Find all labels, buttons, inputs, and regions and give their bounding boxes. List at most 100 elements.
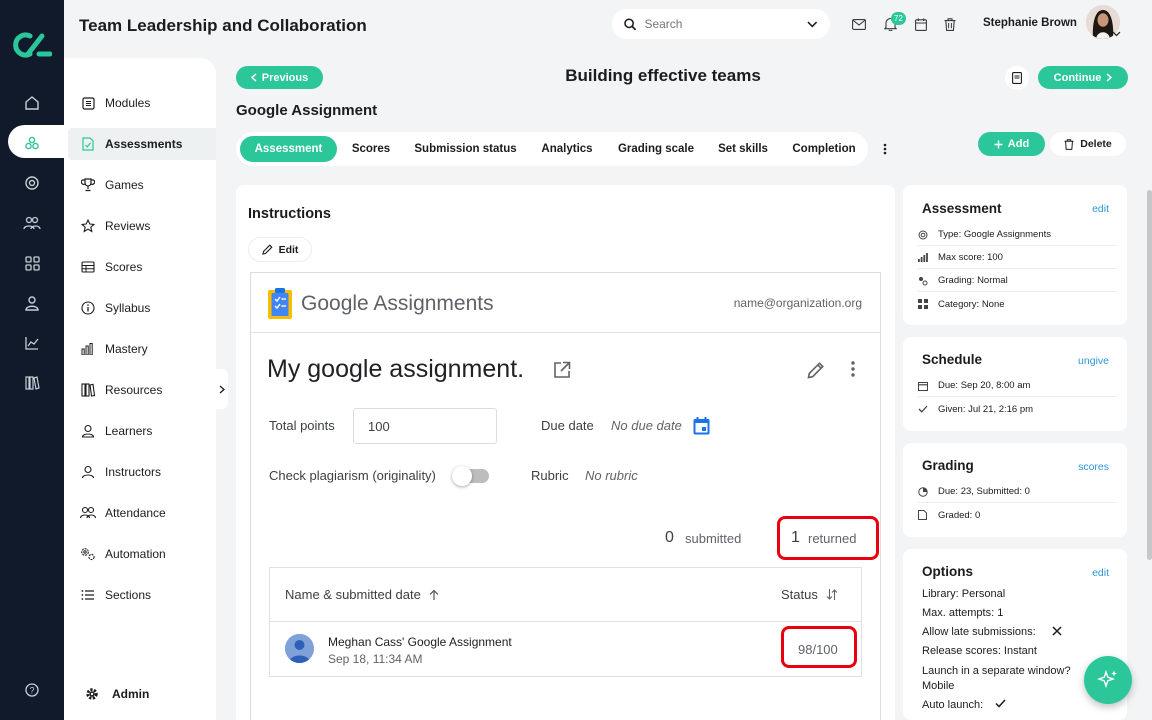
tab-set-skills[interactable]: Set skills bbox=[710, 136, 776, 162]
info-row-text: Category: None bbox=[938, 298, 1005, 310]
info-row-text: Max score: 100 bbox=[938, 252, 1003, 263]
left-rail: ? bbox=[0, 0, 72, 720]
user-name[interactable]: Stephanie Brown bbox=[983, 17, 1077, 29]
rubric-value[interactable]: No rubric bbox=[585, 468, 638, 483]
grid-icon[interactable] bbox=[20, 251, 44, 275]
plagiarism-label: Check plagiarism (originality) bbox=[269, 468, 436, 483]
google-assignment-embed: Google Assignments name@organization.org… bbox=[250, 272, 881, 720]
sidebar-item-label: Reviews bbox=[105, 219, 151, 233]
sidebar-item-scores[interactable]: Scores bbox=[68, 251, 216, 283]
col-status-header[interactable]: Status bbox=[781, 587, 838, 602]
people-icon bbox=[80, 505, 96, 521]
app-logo[interactable] bbox=[12, 32, 52, 58]
groups-icon[interactable] bbox=[20, 211, 44, 235]
chevron-down-icon[interactable] bbox=[807, 21, 818, 28]
tab-analytics[interactable]: Analytics bbox=[532, 136, 602, 162]
submissions-table: Name & submitted date Status Meghan Cass… bbox=[269, 567, 862, 677]
sidebar-item-mastery[interactable]: Mastery bbox=[68, 333, 216, 365]
user-icon[interactable] bbox=[20, 291, 44, 315]
previous-button[interactable]: Previous bbox=[236, 66, 323, 89]
option-max-attempts: Max. attempts: 1 bbox=[922, 607, 1004, 619]
option-release-scores: Release scores: Instant bbox=[922, 645, 1037, 657]
course-title: Team Leadership and Collaboration bbox=[79, 16, 367, 35]
tab-completion[interactable]: Completion bbox=[783, 136, 865, 162]
info-row: Category: None bbox=[917, 293, 1117, 315]
tab-scores[interactable]: Scores bbox=[342, 136, 400, 162]
tab-submission-status[interactable]: Submission status bbox=[406, 136, 525, 162]
more-tabs-icon[interactable] bbox=[879, 140, 891, 158]
search-bar[interactable] bbox=[612, 9, 830, 39]
search-input[interactable] bbox=[644, 17, 800, 31]
submission-score[interactable]: 98/100 bbox=[798, 642, 838, 657]
books-icon[interactable] bbox=[20, 371, 44, 395]
notes-button[interactable] bbox=[1005, 66, 1029, 90]
delete-button[interactable]: Delete bbox=[1050, 132, 1126, 156]
more-options-icon[interactable] bbox=[851, 361, 855, 377]
plus-icon bbox=[994, 140, 1003, 148]
sidebar-item-instructors[interactable]: Instructors bbox=[68, 456, 216, 488]
sidebar-item-modules[interactable]: Modules bbox=[68, 87, 216, 119]
plagiarism-toggle[interactable] bbox=[452, 466, 489, 486]
continue-button[interactable]: Continue bbox=[1038, 66, 1128, 89]
sidebar-item-learners[interactable]: Learners bbox=[68, 415, 216, 447]
module-title: Building effective teams bbox=[565, 66, 761, 85]
sidebar-item-label: Sections bbox=[105, 588, 152, 602]
sidebar-item-attendance[interactable]: Attendance bbox=[68, 497, 216, 529]
calendar-icon bbox=[917, 380, 928, 391]
delete-label: Delete bbox=[1080, 138, 1112, 150]
mail-icon[interactable] bbox=[850, 15, 868, 33]
col-name-header[interactable]: Name & submitted date bbox=[285, 587, 439, 602]
edit-instructions-button[interactable]: Edit bbox=[248, 237, 312, 262]
google-assignments-logo-icon bbox=[267, 287, 293, 320]
tab-assessment[interactable]: Assessment bbox=[240, 136, 337, 162]
due-date-value[interactable]: No due date bbox=[611, 418, 682, 433]
returned-count: 1 bbox=[791, 529, 800, 546]
edit-options-link[interactable]: edit bbox=[1092, 567, 1109, 579]
analytics-icon[interactable] bbox=[20, 331, 44, 355]
info-row: Graded: 0 bbox=[917, 504, 1117, 526]
ai-assistant-button[interactable] bbox=[1084, 656, 1132, 704]
sidebar-item-reviews[interactable]: Reviews bbox=[68, 210, 216, 242]
col-name-label: Name & submitted date bbox=[285, 587, 421, 602]
star-icon bbox=[80, 218, 96, 234]
person-icon bbox=[80, 423, 96, 439]
home-icon[interactable] bbox=[20, 91, 44, 115]
tab-bar: Assessment Scores Submission status Anal… bbox=[236, 132, 868, 166]
total-points-input[interactable]: 100 bbox=[353, 408, 497, 444]
option-library: Library: Personal bbox=[922, 588, 1006, 600]
trash-icon[interactable] bbox=[941, 15, 959, 33]
sidebar-item-assessments[interactable]: Assessments bbox=[68, 128, 216, 160]
calendar-icon[interactable] bbox=[912, 15, 930, 33]
tab-grading-scale[interactable]: Grading scale bbox=[609, 136, 703, 162]
courses-icon[interactable] bbox=[20, 131, 44, 155]
add-button[interactable]: Add bbox=[978, 132, 1045, 156]
sidebar-item-resources[interactable]: Resources bbox=[68, 374, 216, 406]
person-outline-icon bbox=[80, 464, 96, 480]
target-icon[interactable] bbox=[20, 171, 44, 195]
admin-button[interactable]: Admin bbox=[68, 678, 216, 710]
user-menu-chevron-icon[interactable] bbox=[1112, 31, 1121, 37]
option-separate-window: Launch in a separate window? bbox=[922, 665, 1071, 677]
sidebar-item-automation[interactable]: Automation bbox=[68, 538, 216, 570]
edit-pencil-icon[interactable] bbox=[807, 361, 825, 379]
google-assignments-brand: Google Assignments bbox=[301, 292, 494, 316]
info-row: Type: Google Assignments bbox=[917, 224, 1117, 246]
scores-link[interactable]: scores bbox=[1078, 461, 1109, 473]
help-icon[interactable]: ? bbox=[20, 678, 44, 702]
due-date-calendar-icon[interactable] bbox=[693, 417, 710, 435]
sidebar-item-sections[interactable]: Sections bbox=[68, 579, 216, 611]
ungive-link[interactable]: ungive bbox=[1078, 355, 1109, 367]
sidebar-item-games[interactable]: Games bbox=[68, 169, 216, 201]
total-points-label: Total points bbox=[269, 418, 335, 433]
col-status-label: Status bbox=[781, 587, 818, 602]
sidebar-item-syllabus[interactable]: Syllabus bbox=[68, 292, 216, 324]
sidebar-collapse-toggle[interactable] bbox=[215, 369, 228, 409]
check-icon bbox=[917, 404, 928, 415]
embed-header: Google Assignments name@organization.org bbox=[251, 273, 880, 333]
submission-name[interactable]: Meghan Cass' Google Assignment bbox=[328, 635, 512, 649]
grading-card: Grading scores Due: 23, Submitted: 0 Gra… bbox=[903, 443, 1127, 537]
edit-assessment-link[interactable]: edit bbox=[1092, 203, 1109, 215]
continue-label: Continue bbox=[1053, 71, 1102, 84]
page-scrollbar[interactable] bbox=[1147, 190, 1152, 560]
open-in-new-icon[interactable] bbox=[553, 361, 571, 379]
